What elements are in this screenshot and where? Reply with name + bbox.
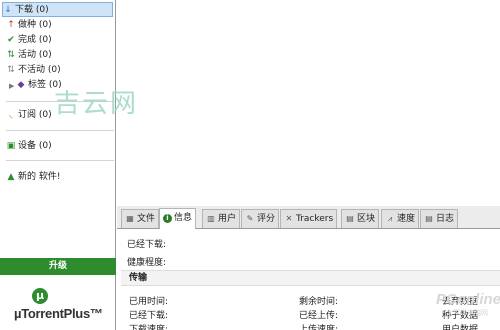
downloaded-label: 已经下载: [127,240,167,250]
pieces-icon: ▤ [346,214,354,223]
sidebar-item-feeds[interactable]: ◟ 订阅 (0) [6,108,52,123]
category-label: 做种 (0) [18,20,52,30]
category-active[interactable]: ⇅ 活动 (0) [6,48,52,63]
rss-icon: ◟ [9,110,13,120]
peers-label: 用户数据 [442,325,479,330]
time-elapsed-label: 已用时间: [129,297,169,307]
download-speed-label: 下载速度: [129,325,169,330]
check-icon: ✔ [7,35,15,45]
upload-speed-label: 上传速度: [299,325,339,330]
sidebar-item-new-software[interactable]: ▲ 新的 软件! [6,170,61,185]
device-icon: ▣ [6,141,16,151]
remaining-label: 剩余时间: [299,297,339,307]
log-icon: ▤ [425,214,433,223]
tab-label: 评分 [257,214,276,224]
speed-icon: ⩘ [387,214,393,223]
tab-peers[interactable]: ▥ 用户 [202,209,241,228]
category-label: 下载 (0) [15,5,49,15]
sidebar: ↓ 下载 (0) ↑ 做种 (0) ✔ 完成 (0) ⇅ 活动 (0) ⇅ 不活动 (0)… [0,0,116,330]
detail-tabs: ▦ 文件 i 信息 ▥ 用户 ✎ 评分 ✕ Trackers ▤ 区块 ⩘ 速度 ▤ 日志 [117,206,500,229]
tab-label: 区块 [357,214,376,224]
divider [6,160,114,161]
category-seeding[interactable]: ↑ 做种 (0) [6,18,52,33]
tab-logger[interactable]: ▤ 日志 [420,209,459,228]
info-panel: 已经下载: 健康程度: 传输 已用时间: 剩余时间: 丢弃数据 已经下载: 已经… [117,230,500,330]
category-label: 活动 (0) [18,50,52,60]
tab-pieces[interactable]: ▤ 区块 [341,209,380,228]
seed-arrow-icon: ↑ [7,20,15,30]
tab-info[interactable]: i 信息 [159,208,197,229]
tab-label: 文件 [137,214,156,224]
tab-label: 速度 [397,214,416,224]
trackers-icon: ✕ [285,214,293,223]
tab-files[interactable]: ▦ 文件 [121,209,160,228]
torrent-list[interactable] [117,0,500,206]
availability-label: 健康程度: [127,258,167,268]
info-icon: i [163,214,172,223]
app-icon: ▲ [7,172,15,182]
utorrent-logo-icon: µ [32,288,48,304]
category-label: 完成 (0) [18,35,52,45]
sidebar-item-label: 订阅 (0) [18,110,52,120]
inactive-icon: ⇅ [7,65,15,75]
tab-label: Trackers [296,214,334,224]
sidebar-item-label: 新的 软件! [18,172,61,182]
watermark: 吉云网 [54,89,139,119]
logo-text: µTorrentPlus™ [14,306,103,321]
sidebar-item-label: 设备 (0) [18,141,52,151]
expand-arrow-icon[interactable]: ▶ [9,82,14,90]
utorrent-plus-logo[interactable]: µ µTorrentPlus™ [0,276,116,330]
sidebar-item-devices[interactable]: ▣ 设备 (0) [6,139,52,154]
download-arrow-icon: ↓ [4,5,12,15]
uploaded-label: 已经上传: [299,311,339,321]
downloaded-transfer-label: 已经下载: [129,311,169,321]
tab-ratings[interactable]: ✎ 评分 [241,209,280,228]
tab-label: 用户 [218,214,237,224]
divider [6,130,114,131]
site-watermark: PConline [436,291,500,308]
peers-icon: ▥ [207,214,215,223]
tab-speed[interactable]: ⩘ 速度 [381,209,420,228]
category-completed[interactable]: ✔ 完成 (0) [6,33,52,48]
category-label: 不活动 (0) [18,65,61,75]
transfer-section-header: 传输 [121,270,500,286]
rating-icon: ✎ [246,214,254,223]
activity-icon: ⇅ [7,50,15,60]
files-icon: ▦ [126,214,134,223]
tab-label: 日志 [436,214,455,224]
upgrade-button[interactable]: 升级 [0,258,116,275]
tab-trackers[interactable]: ✕ Trackers [280,209,338,228]
site-watermark-sub: 太平洋电脑网 [446,309,488,317]
category-inactive[interactable]: ⇅ 不活动 (0) [6,63,61,78]
category-downloading[interactable]: ↓ 下载 (0) [2,2,113,17]
label-icon: ◆ [17,80,25,90]
tab-label: 信息 [174,213,193,223]
